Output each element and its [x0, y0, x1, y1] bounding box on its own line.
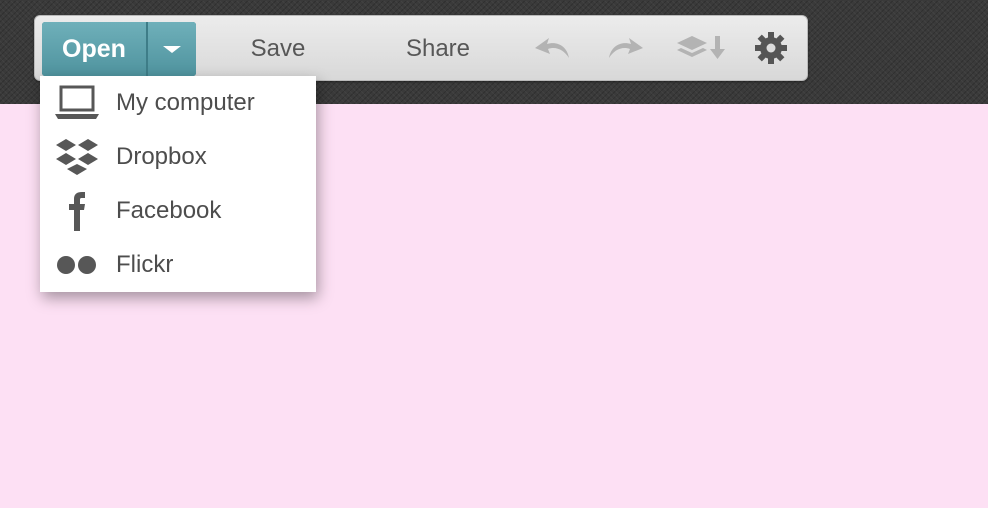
- menu-item-label: Facebook: [116, 197, 222, 224]
- save-button[interactable]: Save: [225, 22, 331, 76]
- menu-item-flickr[interactable]: Flickr: [40, 238, 316, 292]
- menu-item-dropbox[interactable]: Dropbox: [40, 130, 316, 184]
- menu-item-label: My computer: [116, 89, 255, 116]
- dropbox-icon: [54, 134, 100, 180]
- flickr-icon: [54, 242, 100, 288]
- undo-button[interactable]: [531, 28, 575, 68]
- gear-icon: [755, 32, 787, 64]
- open-button-group: Open: [42, 22, 196, 76]
- laptop-icon: [54, 80, 100, 126]
- undo-icon: [535, 38, 569, 58]
- menu-item-label: Flickr: [116, 251, 174, 278]
- redo-icon: [609, 38, 643, 58]
- layers-download-icon: [677, 36, 725, 59]
- toolbar: Open Save Share: [34, 15, 808, 81]
- open-dropdown-toggle[interactable]: [148, 22, 196, 76]
- settings-button[interactable]: [749, 28, 793, 68]
- chevron-down-icon: [163, 45, 181, 53]
- open-button[interactable]: Open: [42, 22, 148, 76]
- facebook-icon: [54, 188, 100, 234]
- layers-download-button[interactable]: [675, 28, 727, 68]
- open-dropdown-menu: My computer Dropbox Facebook Flickr: [40, 76, 316, 292]
- menu-item-label: Dropbox: [116, 143, 207, 170]
- menu-item-facebook[interactable]: Facebook: [40, 184, 316, 238]
- redo-button[interactable]: [603, 28, 647, 68]
- share-button[interactable]: Share: [385, 22, 491, 76]
- menu-item-my-computer[interactable]: My computer: [40, 76, 316, 130]
